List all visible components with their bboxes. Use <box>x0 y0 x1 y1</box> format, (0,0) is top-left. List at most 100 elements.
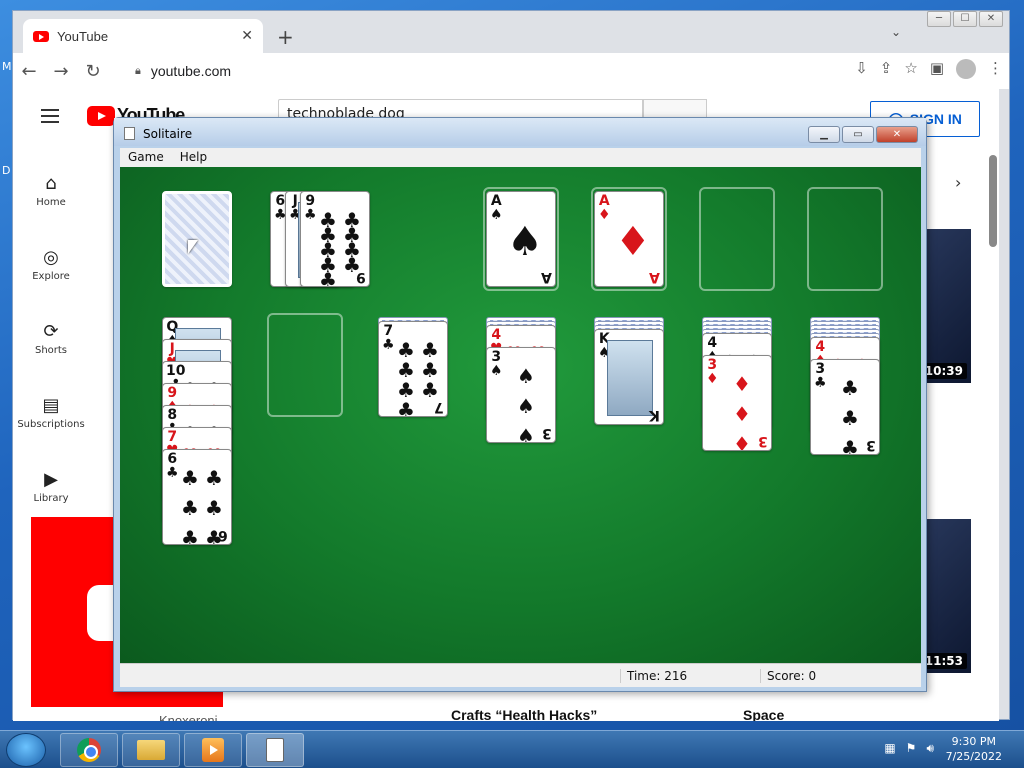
score-value: 0 <box>808 669 817 683</box>
clock-time: 9:30 PM <box>951 735 996 748</box>
time-label: Time: <box>627 669 661 683</box>
lock-icon[interactable]: 🔒︎ <box>135 64 141 78</box>
close-button[interactable]: ✕ <box>876 126 918 143</box>
tableau-card[interactable]: 3 ♠ ♠ ♠ ♠ 3 <box>486 347 556 443</box>
sidebar-item-explore[interactable]: ◎ Explore <box>13 245 89 282</box>
card-suit-pip: ♣ <box>841 406 859 430</box>
url-text: youtube.com <box>150 63 232 79</box>
waste-card[interactable]: 9 ♣ ♣ ♣ ♣ ♣ ♣ ♣ ♣ ♣ ♣ 9 <box>300 191 370 287</box>
clock-date: 7/25/2022 <box>945 750 1002 763</box>
youtube-logo-icon <box>87 105 115 126</box>
tableau-card[interactable]: 3 ♦ ♦ ♦ ♦ 3 <box>702 355 772 451</box>
tableau-card[interactable]: 3 ♣ ♣ ♣ ♣ 3 <box>810 359 880 455</box>
video-title[interactable]: Crafts “Health Hacks” <box>451 707 597 721</box>
card-suit-pip: ♣ <box>205 466 223 490</box>
card-rank-corner: 3 <box>866 437 876 453</box>
maximize-button[interactable]: ☐ <box>953 11 977 27</box>
card-rank-corner: 7 <box>434 399 444 415</box>
taskbar-explorer[interactable] <box>122 733 180 767</box>
start-button[interactable] <box>6 733 46 767</box>
window-controls: ▁ ▭ ✕ <box>808 126 918 143</box>
tableau-card[interactable]: 7 ♣ ♣ ♣ ♣ ♣ ♣ ♣ ♣ 7 <box>378 321 448 417</box>
forward-icon[interactable]: → <box>45 61 77 82</box>
solitaire-window: Solitaire ▁ ▭ ✕ Game Help 6♣♣♣♣♣♣♣6J♣J9♣… <box>113 117 927 692</box>
menu-help[interactable]: Help <box>180 148 207 167</box>
tab-close-icon[interactable]: ✕ <box>241 28 253 44</box>
browser-window-controls: ─ ☐ ✕ <box>927 11 1003 27</box>
time-value: 216 <box>664 669 688 683</box>
sidebar-item-home[interactable]: ⌂ Home <box>13 171 89 208</box>
video-duration: 10:39 <box>920 363 967 379</box>
bookmark-star-icon[interactable]: ☆ <box>904 59 917 79</box>
shorts-icon: ⟳ <box>43 321 59 342</box>
sidebar-item-label: Library <box>33 493 69 504</box>
side-panel-icon[interactable]: ▣ <box>930 59 944 79</box>
network-icon[interactable]: ▦ <box>884 741 895 756</box>
solitaire-icon <box>266 738 284 762</box>
install-icon[interactable]: ⇩ <box>855 59 868 79</box>
tab-search-icon[interactable]: ⌄ <box>891 25 901 39</box>
card-suit-pip: ♣ <box>181 496 199 520</box>
tableau-card[interactable]: 6 ♣ ♣ ♣ ♣ ♣ ♣ ♣ 6 <box>162 449 232 545</box>
profile-avatar-icon[interactable] <box>956 59 976 79</box>
back-icon[interactable]: ← <box>13 61 45 82</box>
tableau-empty-slot[interactable] <box>267 313 343 417</box>
sidebar-item-shorts[interactable]: ⟳ Shorts <box>13 319 89 356</box>
browser-toolbar: ← → ↻ 🔒︎ youtube.com ⇩ ⇪ ☆ ▣ ⋮ <box>13 53 1009 89</box>
system-clock[interactable]: 9:30 PM 7/25/2022 <box>946 734 1002 764</box>
desktop-text-fragment: M <box>2 60 12 73</box>
card-rank-corner: A <box>541 269 552 285</box>
minimize-button[interactable]: ▁ <box>808 126 840 143</box>
window-title: Solitaire <box>143 127 193 141</box>
sidebar-item-library[interactable]: ▶ Library <box>13 467 89 504</box>
taskbar: ▦ ⚑ 🔊︎ 9:30 PM 7/25/2022 <box>0 730 1024 768</box>
toolbar-actions: ⇩ ⇪ ☆ ▣ ⋮ <box>855 59 1003 79</box>
taskbar-chrome[interactable] <box>60 733 118 767</box>
compass-icon: ◎ <box>43 247 59 268</box>
tableau-card[interactable]: K ♠ K <box>594 329 664 425</box>
desktop-text-fragment: D <box>2 164 11 177</box>
card-suit-pip: ♣ <box>181 526 199 545</box>
video-title[interactable]: Space <box>743 707 784 721</box>
tab-youtube[interactable]: YouTube ✕ <box>23 19 263 53</box>
hamburger-menu-icon[interactable] <box>41 109 59 123</box>
card-rank: A ♦ <box>598 193 611 223</box>
solitaire-titlebar[interactable]: Solitaire ▁ ▭ ✕ <box>114 118 926 146</box>
sidebar-item-label: Shorts <box>34 345 68 356</box>
score-label: Score: <box>767 669 805 683</box>
reload-icon[interactable]: ↻ <box>77 61 109 82</box>
menu-game[interactable]: Game <box>128 148 164 167</box>
menu-kebab-icon[interactable]: ⋮ <box>988 59 1003 79</box>
volume-icon[interactable]: 🔊︎ <box>926 741 934 756</box>
channel-name[interactable]: Knoxeroni <box>159 713 218 721</box>
sidebar-item-label: Home <box>36 197 66 208</box>
card-rank: 3 ♠ <box>490 349 503 379</box>
tab-bar: YouTube ✕ + ⌄ ─ ☐ ✕ <box>13 11 1009 53</box>
media-player-icon <box>202 738 224 762</box>
sidebar-item-subscriptions[interactable]: ▤ Subscriptions <box>13 393 89 430</box>
card-suit-pip: ♣ <box>421 358 439 382</box>
foundation-slot[interactable] <box>807 187 883 291</box>
chevron-right-icon[interactable]: › <box>955 173 961 192</box>
video-duration: 11:53 <box>920 653 967 669</box>
foundation-slot[interactable] <box>699 187 775 291</box>
share-icon[interactable]: ⇪ <box>880 59 893 79</box>
menu-bar: Game Help <box>120 148 921 167</box>
scrollbar-thumb[interactable] <box>989 155 997 247</box>
taskbar-media-player[interactable] <box>184 733 242 767</box>
card-rank-corner: 9 <box>356 269 366 285</box>
address-bar[interactable]: 🔒︎ youtube.com <box>123 57 783 85</box>
action-center-icon[interactable]: ⚑ <box>906 741 917 756</box>
home-icon: ⌂ <box>45 173 57 194</box>
foundation-card[interactable]: A ♦ ♦ A <box>594 191 664 287</box>
maximize-button[interactable]: ▭ <box>842 126 874 143</box>
close-button[interactable]: ✕ <box>979 11 1003 27</box>
card-suit-pip: ♦ <box>733 402 751 426</box>
chrome-icon <box>77 738 101 762</box>
foundation-card[interactable]: A ♠ ♠ A <box>486 191 556 287</box>
new-tab-button[interactable]: + <box>277 25 294 49</box>
taskbar-solitaire[interactable] <box>246 733 304 767</box>
stock-pile[interactable] <box>162 191 232 287</box>
minimize-button[interactable]: ─ <box>927 11 951 27</box>
sidebar-item-label: Explore <box>32 271 70 282</box>
